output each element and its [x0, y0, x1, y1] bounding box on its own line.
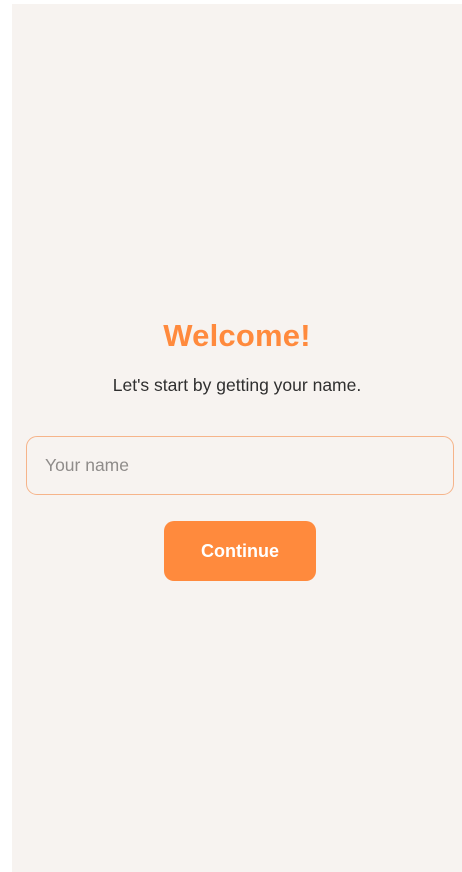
app-screen: Welcome! Let's start by getting your nam… [12, 4, 462, 872]
continue-button[interactable]: Continue [164, 521, 316, 581]
welcome-title: Welcome! [163, 318, 311, 353]
welcome-subtitle: Let's start by getting your name. [112, 375, 362, 395]
name-input[interactable] [26, 436, 454, 495]
